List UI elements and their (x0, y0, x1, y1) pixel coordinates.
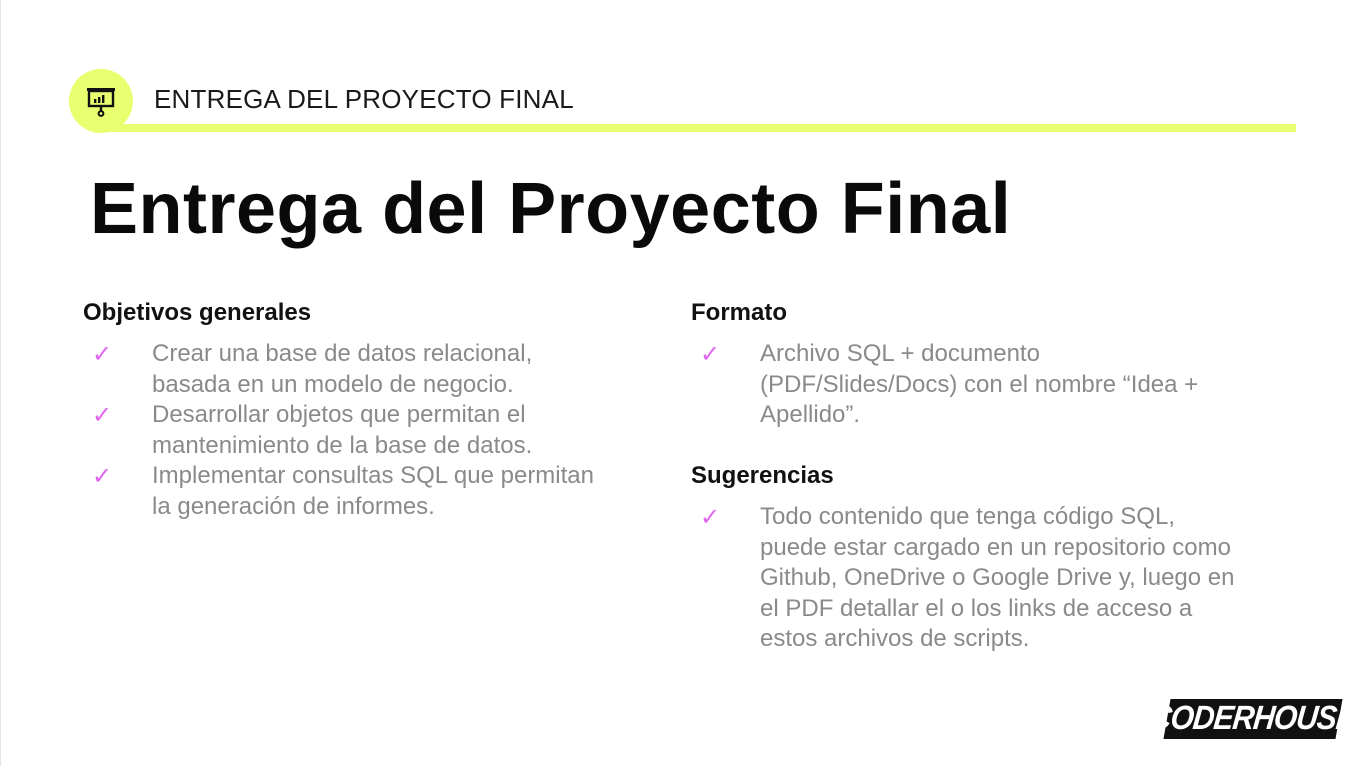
checkmark-icon: ✓ (92, 401, 113, 429)
list-item: ✓ Archivo SQL + documento (PDF/Slides/Doc… (700, 339, 1240, 431)
list-item: ✓ Todo contenido que tenga código SQL, pu… (700, 502, 1240, 655)
suggestions-heading: Sugerencias (691, 462, 834, 489)
page-title: Entrega del Proyecto Final (90, 169, 1012, 249)
list-item: ✓ Crear una base de datos relacional, bas… (92, 339, 612, 400)
checkmark-icon: ✓ (92, 462, 113, 490)
list-item-text: Archivo SQL + documento (PDF/Slides/Docs… (760, 340, 1199, 428)
header-divider (100, 124, 1296, 132)
list-item-text: Implementar consultas SQL que permitan l… (152, 462, 594, 520)
objectives-heading: Objetivos generales (83, 299, 312, 326)
list-item-text: Desarrollar objetos que permitan el mant… (152, 401, 533, 459)
objectives-list: ✓ Crear una base de datos relacional, bas… (92, 339, 612, 522)
list-item-text: Crear una base de datos relacional, basa… (152, 340, 533, 398)
checkmark-icon: ✓ (92, 340, 113, 368)
logo-text: CODERHOUSE (1148, 699, 1358, 737)
list-item: ✓ Desarrollar objetos que permitan el man… (92, 400, 612, 461)
checkmark-icon: ✓ (700, 503, 721, 531)
list-item-text: Todo contenido que tenga código SQL, pue… (760, 503, 1235, 652)
header-label: ENTREGA DEL PROYECTO FINAL (154, 84, 574, 114)
checkmark-icon: ✓ (700, 340, 721, 368)
suggestions-list: ✓ Todo contenido que tenga código SQL, pu… (700, 502, 1240, 655)
list-item: ✓ Implementar consultas SQL que permitan … (92, 461, 612, 522)
presentation-board-icon (87, 88, 115, 117)
format-heading: Formato (691, 299, 787, 326)
slide-left-border (0, 0, 1, 766)
format-list: ✓ Archivo SQL + documento (PDF/Slides/Doc… (700, 339, 1240, 431)
coderhouse-logo: CODERHOUSE (1149, 699, 1358, 739)
